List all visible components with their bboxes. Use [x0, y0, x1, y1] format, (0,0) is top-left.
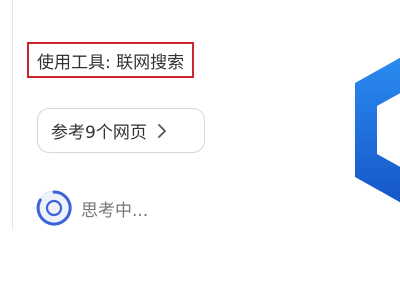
- hexagon-logo-icon: [355, 55, 400, 205]
- tool-usage-label: 使用工具: 联网搜索: [27, 42, 195, 78]
- references-button[interactable]: 参考9个网页: [37, 108, 205, 153]
- left-divider: [12, 0, 13, 230]
- chevron-right-icon: [157, 123, 167, 139]
- thinking-text: 思考中...: [81, 200, 149, 221]
- thinking-status: 思考中...: [35, 188, 148, 228]
- references-label: 参考9个网页: [51, 123, 147, 143]
- chat-panel: 使用工具: 联网搜索 参考9个网页 思考中...: [0, 0, 400, 300]
- loading-spinner-icon: [35, 189, 73, 227]
- tool-usage-text: 使用工具: 联网搜索: [37, 52, 185, 73]
